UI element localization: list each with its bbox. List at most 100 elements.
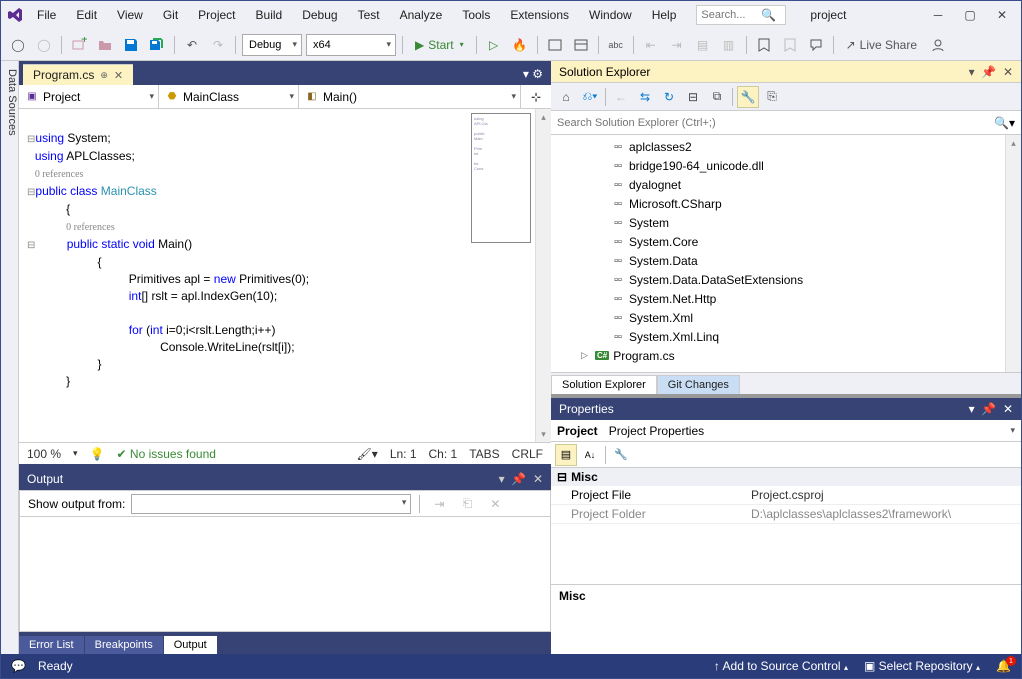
output-source-combo[interactable] xyxy=(131,494,411,514)
prop-wrench-button[interactable]: 🔧 xyxy=(610,444,632,466)
sol-collapse-button[interactable]: ⊟ xyxy=(682,86,704,108)
menu-edit[interactable]: Edit xyxy=(68,4,105,26)
nav-method-combo[interactable]: ◧Main() xyxy=(299,85,521,108)
search-input[interactable] xyxy=(701,9,761,21)
menu-project[interactable]: Project xyxy=(190,4,243,26)
tree-ref-item[interactable]: ▫▫bridge190-64_unicode.dll xyxy=(551,156,1005,175)
sol-sync-button[interactable]: ⇆ xyxy=(634,86,656,108)
output-prev-button[interactable]: ⎗ xyxy=(456,493,478,515)
properties-grid[interactable]: ⊟Misc Project FileProject.csproj Project… xyxy=(551,468,1021,584)
tab-options-button[interactable]: ▾ ⚙ xyxy=(519,63,547,85)
tree-ref-item[interactable]: ▫▫Microsoft.CSharp xyxy=(551,194,1005,213)
solution-search-input[interactable] xyxy=(557,117,994,129)
editor-vscrollbar[interactable]: ▴ ▾ xyxy=(535,109,551,442)
comment-button[interactable]: ▤ xyxy=(692,34,714,56)
nav-class-combo[interactable]: ⬣MainClass xyxy=(159,85,299,108)
tree-ref-item[interactable]: ▫▫System.Core xyxy=(551,232,1005,251)
menu-view[interactable]: View xyxy=(109,4,151,26)
hot-reload-button[interactable]: 🔥 xyxy=(509,34,531,56)
sol-preview-button[interactable]: ⎘ xyxy=(761,86,783,108)
issues-status[interactable]: ✔ No issues found xyxy=(117,447,216,461)
prop-category[interactable]: ⊟Misc xyxy=(551,468,1021,486)
menu-tools[interactable]: Tools xyxy=(454,4,498,26)
tree-ref-item[interactable]: ▫▫System.Data.DataSetExtensions xyxy=(551,270,1005,289)
lightbulb-icon[interactable]: 💡 xyxy=(90,447,105,461)
uncomment-button[interactable]: ▥ xyxy=(718,34,740,56)
sol-back-button[interactable]: ← xyxy=(610,86,632,108)
sol-refresh-button[interactable]: ↻ xyxy=(658,86,680,108)
repo-button[interactable]: ▣ Select Repository ▴ xyxy=(864,659,980,673)
menu-debug[interactable]: Debug xyxy=(294,4,345,26)
redo-button[interactable]: ↷ xyxy=(207,34,229,56)
tab-output[interactable]: Output xyxy=(164,636,217,654)
tree-ref-item[interactable]: ▫▫System.Xml.Linq xyxy=(551,327,1005,346)
nav-back-button[interactable]: ◯ xyxy=(7,34,29,56)
open-file-button[interactable] xyxy=(94,34,116,56)
bookmark-button[interactable] xyxy=(753,34,775,56)
search-box[interactable]: 🔍 xyxy=(696,5,786,25)
zoom-level[interactable]: 100 % xyxy=(27,447,61,461)
split-button[interactable]: ⊹ xyxy=(521,85,551,108)
save-button[interactable] xyxy=(120,34,142,56)
start-nobuild-button[interactable]: ▷ xyxy=(483,34,505,56)
nav-project-combo[interactable]: ▣Project xyxy=(19,85,159,108)
prop-categorized-button[interactable]: ▤ xyxy=(555,444,577,466)
sol-properties-button[interactable]: 🔧 xyxy=(737,86,759,108)
code-editor[interactable]: ⊟using System; using APLClasses; 0 refer… xyxy=(19,109,467,442)
prop-alpha-button[interactable]: A↓ xyxy=(579,444,601,466)
tab-solution-explorer[interactable]: Solution Explorer xyxy=(551,375,657,394)
wpf-preview-button[interactable] xyxy=(570,34,592,56)
indent-less-button[interactable]: ⇤ xyxy=(640,34,662,56)
sol-home-button[interactable]: ⌂ xyxy=(555,86,577,108)
tree-vscrollbar[interactable]: ▴ xyxy=(1005,135,1021,372)
scroll-down-icon[interactable]: ▾ xyxy=(536,426,551,442)
account-button[interactable] xyxy=(927,34,949,56)
pin-icon[interactable]: ⊕ xyxy=(100,70,108,81)
start-button[interactable]: ▶Start▾ xyxy=(409,34,470,56)
undo-button[interactable]: ↶ xyxy=(181,34,203,56)
menu-help[interactable]: Help xyxy=(644,4,685,26)
close-tab-icon[interactable]: ✕ xyxy=(114,69,123,82)
tab-error-list[interactable]: Error List xyxy=(19,636,84,654)
output-dropdown-icon[interactable]: ▾ 📌 ✕ xyxy=(499,472,543,486)
tabs-indicator[interactable]: TABS xyxy=(469,447,499,461)
properties-selector[interactable]: Project Project Properties xyxy=(551,420,1021,442)
prop-row[interactable]: Project FolderD:\aplclasses\aplclasses2\… xyxy=(551,505,1021,524)
indent-more-button[interactable]: ⇥ xyxy=(666,34,688,56)
menu-file[interactable]: File xyxy=(29,4,64,26)
feedback-button[interactable] xyxy=(805,34,827,56)
maximize-button[interactable]: ▢ xyxy=(955,5,985,25)
nav-fwd-button[interactable]: ◯ xyxy=(33,34,55,56)
tree-ref-item[interactable]: ▫▫dyalognet xyxy=(551,175,1005,194)
notifications-button[interactable]: 🔔1 xyxy=(996,659,1011,673)
browser-link-button[interactable] xyxy=(544,34,566,56)
tree-file-item[interactable]: ▷C#Program.cs xyxy=(551,346,1005,365)
editor-tab[interactable]: Program.cs ⊕ ✕ xyxy=(23,64,133,85)
source-control-button[interactable]: ↑ Add to Source Control ▴ xyxy=(714,659,848,673)
new-project-button[interactable]: + xyxy=(68,34,90,56)
menu-git[interactable]: Git xyxy=(155,4,186,26)
sol-showall-button[interactable]: ⧉ xyxy=(706,86,728,108)
output-clear-button[interactable]: ✕ xyxy=(484,493,506,515)
platform-combo[interactable]: x64 xyxy=(306,34,396,56)
crlf-indicator[interactable]: CRLF xyxy=(512,447,543,461)
menu-test[interactable]: Test xyxy=(350,4,388,26)
tree-ref-item[interactable]: ▫▫System.Data xyxy=(551,251,1005,270)
sol-views-button[interactable]: ⎌▾ xyxy=(579,86,601,108)
tree-ref-item[interactable]: ▫▫System.Net.Http xyxy=(551,289,1005,308)
tab-breakpoints[interactable]: Breakpoints xyxy=(85,636,163,654)
brush-icon[interactable]: 🖌▾ xyxy=(357,447,378,461)
save-all-button[interactable] xyxy=(146,34,168,56)
minimize-button[interactable]: ─ xyxy=(923,5,953,25)
tree-ref-item[interactable]: ▫▫System.Xml xyxy=(551,308,1005,327)
menu-build[interactable]: Build xyxy=(248,4,291,26)
data-sources-strip[interactable]: Data Sources xyxy=(1,61,19,654)
liveshare-button[interactable]: ↗ Live Share xyxy=(840,34,923,56)
menu-window[interactable]: Window xyxy=(581,4,640,26)
close-button[interactable]: ✕ xyxy=(987,5,1017,25)
solution-search[interactable]: 🔍▾ xyxy=(551,111,1021,135)
abc-button[interactable]: abc xyxy=(605,34,627,56)
solution-tree[interactable]: ▫▫aplclasses2 ▫▫bridge190-64_unicode.dll… xyxy=(551,135,1005,372)
tab-git-changes[interactable]: Git Changes xyxy=(657,375,740,394)
prop-row[interactable]: Project FileProject.csproj xyxy=(551,486,1021,505)
